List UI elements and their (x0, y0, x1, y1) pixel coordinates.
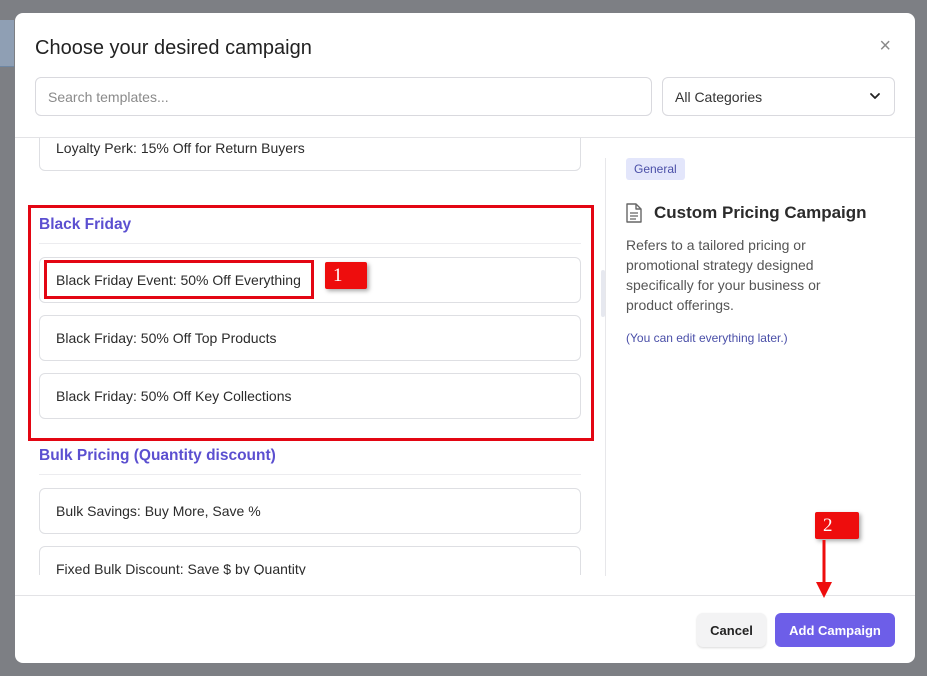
template-item-label: Bulk Savings: Buy More, Save % (56, 503, 261, 519)
document-icon (626, 203, 642, 223)
template-item[interactable]: Fixed Bulk Discount: Save $ by Quantity (39, 546, 581, 575)
annotation-marker-2: 2 (815, 512, 859, 539)
detail-note: (You can edit everything later.) (626, 331, 788, 345)
detail-description: Refers to a tailored pricing or promotio… (626, 237, 821, 313)
highlight-box-selected-item (44, 260, 314, 299)
highlight-box-black-friday-group (28, 205, 594, 441)
add-campaign-button[interactable]: Add Campaign (775, 613, 895, 647)
annotation-marker-1: 1 (325, 262, 367, 289)
category-select[interactable]: All Categories (662, 77, 895, 116)
category-badge: General (626, 158, 685, 180)
chevron-down-icon (870, 93, 880, 99)
cancel-button[interactable]: Cancel (697, 613, 766, 647)
template-item-label: Loyalty Perk: 15% Off for Return Buyers (56, 140, 305, 156)
dialog-title: Choose your desired campaign (35, 37, 312, 59)
background-panel-edge (0, 20, 14, 67)
footer-divider (15, 595, 915, 596)
close-icon[interactable]: × (879, 35, 891, 58)
category-select-value: All Categories (675, 88, 763, 105)
search-input[interactable] (35, 77, 652, 116)
group-divider (39, 474, 581, 475)
template-item[interactable]: Bulk Savings: Buy More, Save % (39, 488, 581, 534)
group-title-bulk-pricing: Bulk Pricing (Quantity discount) (39, 447, 276, 464)
detail-title: Custom Pricing Campaign (654, 203, 867, 222)
template-item-label: Fixed Bulk Discount: Save $ by Quantity (56, 561, 306, 575)
template-item[interactable]: Loyalty Perk: 15% Off for Return Buyers (39, 138, 581, 171)
annotation-arrow-down-icon (816, 540, 832, 598)
panel-divider (605, 158, 606, 576)
